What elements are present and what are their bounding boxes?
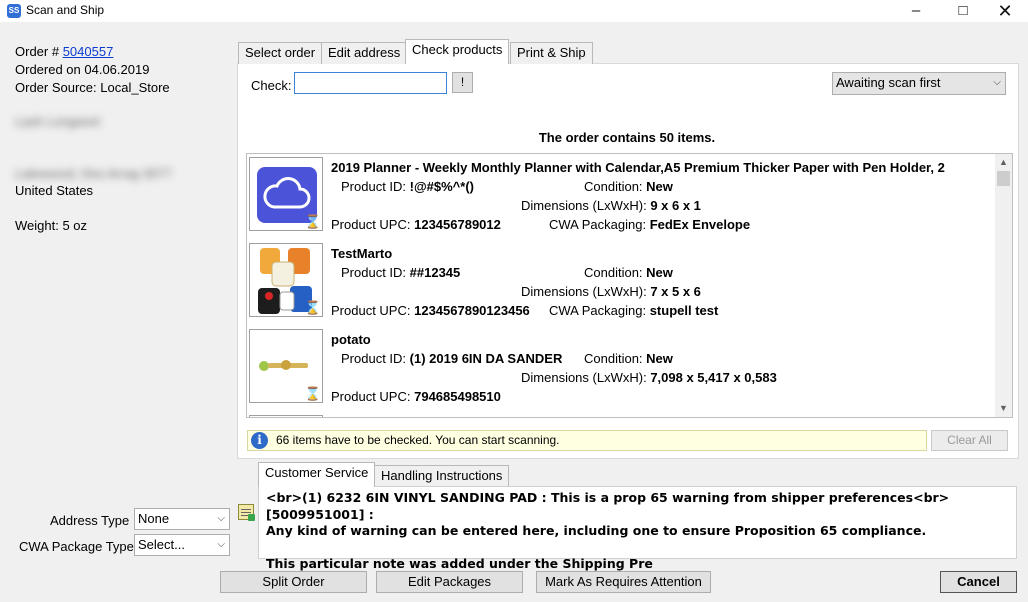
condition-value: New xyxy=(646,351,673,366)
upc-value: 794685498510 xyxy=(414,389,501,404)
info-bar: i 66 items have to be checked. You can s… xyxy=(247,430,927,451)
address-type-value: None xyxy=(138,511,170,526)
upc-value: 123456789012 xyxy=(414,217,501,232)
tab-customer-service[interactable]: Customer Service xyxy=(258,462,376,487)
info-message: 66 items have to be checked. You can sta… xyxy=(276,433,560,447)
product-id-value: (1) 2019 6IN DA SANDER xyxy=(409,351,563,366)
title-bar: SS Scan and Ship – □ ✕ xyxy=(0,0,1028,22)
tab-print-ship[interactable]: Print & Ship xyxy=(510,42,593,64)
maximize-button[interactable]: □ xyxy=(940,0,986,22)
chevron-down-icon: ⌵ xyxy=(217,539,225,550)
dimensions-label: Dimensions (LxWxH): xyxy=(521,284,647,299)
dimensions-label: Dimensions (LxWxH): xyxy=(521,198,647,213)
ordered-on: Ordered on 04.06.2019 xyxy=(15,62,150,77)
check-action-button[interactable]: ! xyxy=(452,72,473,93)
product-title: potato xyxy=(331,332,371,347)
order-number-label: Order # xyxy=(15,44,60,59)
packaging-value: stupell test xyxy=(649,303,719,318)
mark-attention-button[interactable]: Mark As Requires Attention xyxy=(536,571,711,593)
customer-name: Lash Longwort xyxy=(15,114,101,129)
clear-all-button[interactable]: Clear All xyxy=(931,430,1008,451)
dimensions-value: 7,098 x 5,417 x 0,583 xyxy=(650,370,777,385)
order-number-line: Order # 5040557 xyxy=(15,44,113,59)
info-icon: i xyxy=(251,432,268,449)
notes-text: <br>(1) 6232 6IN VINYL SANDING PAD : Thi… xyxy=(266,490,950,571)
address-type-select[interactable]: None ⌵ xyxy=(134,508,230,530)
hourglass-icon: ⌛ xyxy=(304,386,321,401)
product-id-label: Product ID: xyxy=(341,351,407,366)
list-item[interactable]: ⌛ TestMarto Product ID: ##12345 Conditio… xyxy=(247,240,995,326)
tab-edit-address[interactable]: Edit address xyxy=(321,42,408,64)
list-item[interactable]: ⌛ 2019 Planner - Weekly Monthly Planner … xyxy=(247,154,995,240)
minimize-button[interactable]: – xyxy=(893,0,939,22)
tab-handling-instructions[interactable]: Handling Instructions xyxy=(374,465,510,487)
tab-select-order[interactable]: Select order xyxy=(238,42,323,64)
product-thumbnail xyxy=(249,415,323,417)
dimensions-label: Dimensions (LxWxH): xyxy=(521,370,647,385)
close-window-button[interactable]: ✕ xyxy=(982,0,1028,22)
product-id-label: Product ID: xyxy=(341,179,407,194)
product-thumbnail: ⌛ xyxy=(249,329,323,403)
product-thumbnail: ⌛ xyxy=(249,157,323,231)
customer-address: Lakewood, Des Arrag 3077 xyxy=(15,166,172,181)
notes-panel[interactable]: <br>(1) 6232 6IN VINYL SANDING PAD : Thi… xyxy=(258,486,1017,571)
order-weight: Weight: 5 oz xyxy=(15,218,88,233)
scroll-thumb[interactable] xyxy=(997,171,1010,186)
condition-label: Condition: xyxy=(584,265,643,280)
list-item[interactable] xyxy=(247,412,995,417)
package-type-label: CWA Package Type xyxy=(19,539,134,554)
dimensions-value: 7 x 5 x 6 xyxy=(650,284,701,299)
upc-label: Product UPC: xyxy=(331,389,411,404)
condition-label: Condition: xyxy=(584,351,643,366)
check-input[interactable] xyxy=(294,72,447,94)
list-scrollbar[interactable]: ▲ ▼ xyxy=(995,154,1012,417)
chevron-down-icon: ⌵ xyxy=(217,513,225,524)
customer-country: United States xyxy=(15,183,94,198)
address-type-label: Address Type xyxy=(50,513,130,528)
product-title: TestMarto xyxy=(331,246,393,261)
scroll-down-icon[interactable]: ▼ xyxy=(995,400,1012,417)
upc-value: 1234567890123456 xyxy=(414,303,530,318)
package-type-select[interactable]: Select... ⌵ xyxy=(134,534,230,556)
notepad-icon[interactable] xyxy=(238,504,255,521)
dimensions-value: 9 x 6 x 1 xyxy=(650,198,701,213)
chevron-down-icon: ⌵ xyxy=(993,77,1001,88)
order-number-link[interactable]: 5040557 xyxy=(63,44,114,59)
app-icon: SS xyxy=(7,4,21,18)
tab-check-products[interactable]: Check products xyxy=(405,39,510,64)
split-order-button[interactable]: Split Order xyxy=(220,571,367,593)
packaging-label: CWA Packaging: xyxy=(549,217,647,232)
product-id-value: ##12345 xyxy=(409,265,461,280)
hourglass-icon: ⌛ xyxy=(304,214,321,229)
scan-mode-value: Awaiting scan first xyxy=(836,75,941,90)
scroll-up-icon[interactable]: ▲ xyxy=(995,154,1012,171)
window-title: Scan and Ship xyxy=(26,3,105,17)
condition-value: New xyxy=(646,265,673,280)
packaging-value: FedEx Envelope xyxy=(649,217,751,232)
cancel-button[interactable]: Cancel xyxy=(940,571,1017,593)
packaging-label: CWA Packaging: xyxy=(549,303,647,318)
scan-mode-select[interactable]: Awaiting scan first ⌵ xyxy=(832,72,1006,95)
condition-label: Condition: xyxy=(584,179,643,194)
edit-packages-button[interactable]: Edit Packages xyxy=(376,571,523,593)
condition-value: New xyxy=(646,179,673,194)
package-type-value: Select... xyxy=(138,537,185,552)
product-id-label: Product ID: xyxy=(341,265,407,280)
product-title: 2019 Planner - Weekly Monthly Planner wi… xyxy=(331,160,945,175)
product-id-value: !@#$%^*() xyxy=(409,179,474,194)
order-source: Order Source: Local_Store xyxy=(15,80,170,95)
list-item[interactable]: ⌛ potato Product ID: (1) 2019 6IN DA SAN… xyxy=(247,326,995,412)
upc-label: Product UPC: xyxy=(331,217,411,232)
check-label: Check: xyxy=(251,78,292,93)
product-list[interactable]: ⌛ 2019 Planner - Weekly Monthly Planner … xyxy=(246,153,1013,418)
order-summary: The order contains 50 items. xyxy=(538,130,716,145)
hourglass-icon: ⌛ xyxy=(304,300,321,315)
product-thumbnail: ⌛ xyxy=(249,243,323,317)
upc-label: Product UPC: xyxy=(331,303,411,318)
